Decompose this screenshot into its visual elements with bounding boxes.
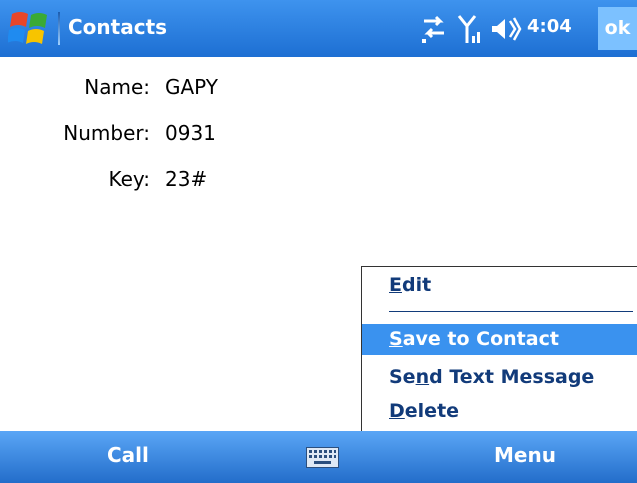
ok-button[interactable]: ok bbox=[598, 7, 637, 50]
number-value: 0931 bbox=[165, 121, 216, 145]
menu-divider bbox=[389, 311, 633, 312]
key-row: Key: 23# bbox=[0, 167, 300, 197]
name-label: Name: bbox=[84, 75, 150, 99]
menu-item-delete[interactable]: Delete bbox=[362, 396, 637, 427]
page-title: Contacts bbox=[68, 15, 168, 39]
menu-item-edit[interactable]: Edit bbox=[362, 270, 637, 301]
softkey-bar: Call Menu bbox=[0, 431, 637, 483]
windows-start-icon[interactable] bbox=[7, 10, 52, 48]
context-menu: Edit Save to Contact Send Text Message D… bbox=[361, 266, 637, 432]
key-value: 23# bbox=[165, 167, 208, 191]
connectivity-icon[interactable] bbox=[420, 12, 448, 46]
keyboard-icon[interactable] bbox=[306, 447, 339, 468]
number-row: Number: 0931 bbox=[0, 121, 300, 151]
title-separator bbox=[58, 12, 60, 45]
name-value: GAPY bbox=[165, 75, 219, 99]
menu-item-label: Edit bbox=[389, 274, 432, 296]
volume-icon[interactable] bbox=[490, 12, 522, 46]
number-label: Number: bbox=[63, 121, 150, 145]
menu-item-label: Delete bbox=[389, 400, 460, 422]
name-row: Name: GAPY bbox=[0, 75, 300, 105]
call-softkey[interactable]: Call bbox=[107, 443, 149, 467]
menu-item-send-text-message[interactable]: Send Text Message bbox=[362, 362, 637, 393]
key-label: Key: bbox=[108, 167, 150, 191]
menu-item-label: Send Text Message bbox=[389, 366, 595, 388]
signal-strength-icon[interactable] bbox=[457, 12, 483, 46]
menu-softkey[interactable]: Menu bbox=[494, 443, 556, 467]
title-bar: Contacts 4:04 ok bbox=[0, 0, 637, 57]
clock[interactable]: 4:04 bbox=[527, 16, 572, 37]
menu-item-label: Save to Contact bbox=[389, 328, 559, 350]
menu-item-save-to-contact[interactable]: Save to Contact bbox=[362, 324, 637, 355]
